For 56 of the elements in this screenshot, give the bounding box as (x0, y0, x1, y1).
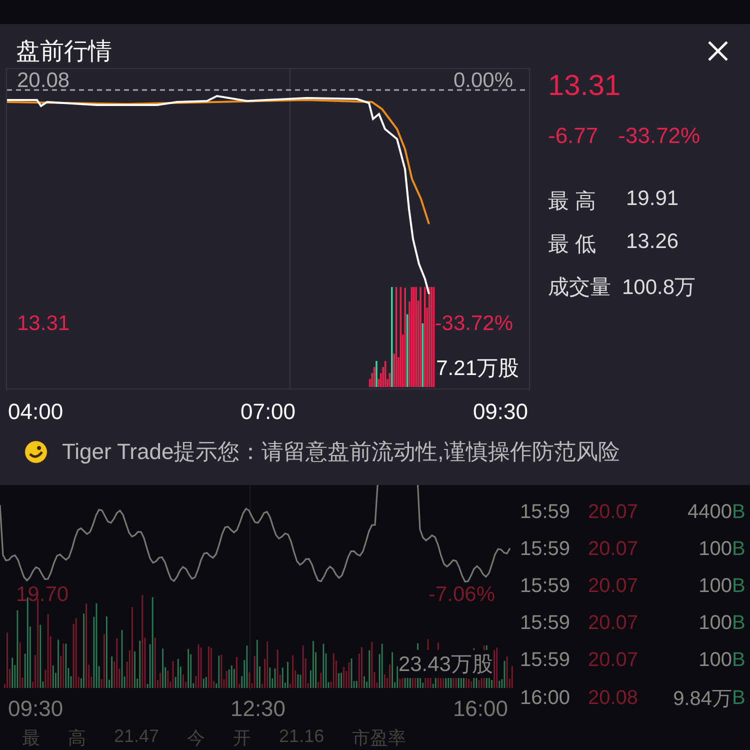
stat-value: 13.26 (626, 230, 679, 255)
trade-price: 20.07 (588, 649, 640, 672)
time-label: 09:30 (472, 399, 528, 425)
stat-label: 最 高 (548, 189, 597, 215)
trade-volume: 4400 (686, 501, 732, 524)
trade-side: B (732, 649, 746, 672)
time-label: 16:00 (452, 696, 508, 722)
stat-text: 21.16 (279, 726, 324, 748)
trade-volume: 100 (698, 538, 732, 561)
time-label: 07:00 (240, 399, 296, 425)
top-percent-label: 0.00% (453, 69, 513, 93)
trade-price: 20.07 (588, 538, 640, 561)
top-price-label: 20.08 (17, 69, 70, 93)
trade-time: 15:59 (519, 538, 572, 561)
trade-volume: 9.84万 (672, 686, 732, 712)
price-label: 19.70 (16, 583, 69, 607)
trade-side: B (732, 538, 746, 561)
stat-text: 最 (22, 727, 40, 750)
trade-time: 16:00 (519, 686, 572, 710)
stat-text: 开 (233, 727, 252, 750)
trade-time: 15:59 (519, 575, 572, 598)
trade-price: 20.07 (588, 501, 640, 524)
time-label: 09:30 (8, 696, 64, 722)
bottom-price-label: 13.31 (17, 312, 70, 336)
trade-volume: 100 (698, 612, 732, 635)
trade-time: 15:59 (519, 649, 572, 672)
stat-value: 100.8万 (622, 275, 696, 301)
trade-price: 20.08 (588, 686, 640, 710)
trade-volume: 100 (698, 575, 732, 598)
stat-value: 19.91 (626, 187, 679, 212)
trade-side: B (732, 612, 746, 635)
stat-label: 最 低 (548, 232, 597, 258)
trade-price: 20.07 (588, 575, 640, 598)
trade-side: B (732, 686, 746, 710)
last-price: 13.31 (548, 70, 622, 103)
stat-text: 高 (68, 727, 86, 750)
stat-label: 成交量 (548, 275, 612, 301)
trade-time: 15:59 (519, 501, 572, 524)
stat-text: 市盈率 (352, 727, 406, 750)
trade-volume: 100 (698, 649, 732, 672)
stat-text: 今 (187, 727, 206, 750)
price-change: -6.77 (548, 123, 598, 149)
time-label: 12:30 (230, 696, 286, 722)
volume-label: 23.43万股 (398, 650, 493, 678)
risk-notice: Tiger Trade提示您：请留意盘前流动性,谨慎操作防范风险 (62, 438, 620, 466)
trade-side: B (732, 575, 746, 598)
stat-text: 21.47 (114, 726, 160, 748)
trade-side: B (732, 501, 746, 524)
volume-label: 7.21万股 (436, 356, 519, 382)
percent-label: -7.06% (428, 583, 495, 607)
time-label: 04:00 (8, 399, 64, 425)
trade-price: 20.07 (588, 612, 640, 635)
panel-title: 盘前行情 (16, 37, 112, 67)
percent-change: -33.72% (618, 123, 700, 149)
bottom-percent-label: -33.72% (434, 312, 513, 336)
trade-time: 15:59 (519, 612, 572, 635)
